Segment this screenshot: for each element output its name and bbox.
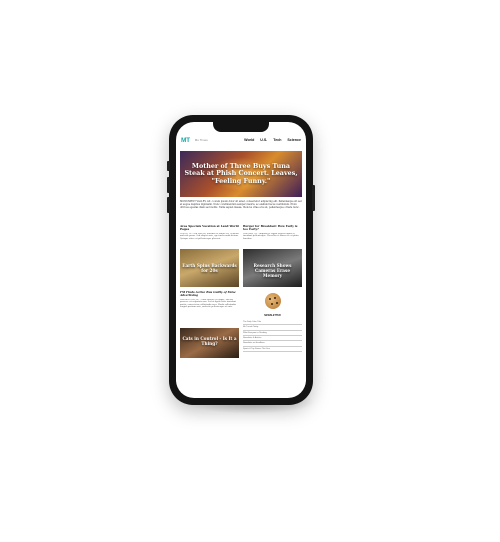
cookie-image bbox=[264, 292, 281, 309]
story-image[interactable]: Earth Spins Backwards for 20s bbox=[180, 248, 239, 287]
story-text: New York, NY - Aliquam et sapien facilis… bbox=[243, 232, 299, 240]
newsletter-item[interactable]: Sports & Top Stories This Year bbox=[243, 347, 302, 353]
newsletter-list: The Daily Cake Tide Mu Trends Today What… bbox=[243, 320, 302, 353]
phone-mockup: MT Mu Times World U.S. Tech Science Moth… bbox=[167, 115, 315, 405]
story-card: Area Specials Vacation at Land World Pag… bbox=[180, 224, 239, 287]
nav-link-us[interactable]: U.S. bbox=[260, 138, 267, 142]
phone-screen: MT Mu Times World U.S. Tech Science Moth… bbox=[176, 122, 306, 398]
feature-headline[interactable]: FM Finds Active Bus Guilty of False Adve… bbox=[180, 290, 239, 298]
site-logo[interactable]: MT bbox=[181, 137, 190, 144]
feature-text: WASHINGTON DC - Nunc ornare est augue, v… bbox=[180, 298, 236, 309]
feature-story: FM Finds Active Bus Guilty of False Adve… bbox=[180, 290, 239, 358]
news-page[interactable]: MT Mu Times World U.S. Tech Science Moth… bbox=[176, 132, 306, 398]
story-text: PLANO, TX - Sed erat leo, faucibus et or… bbox=[180, 232, 239, 240]
phone-notch bbox=[213, 122, 269, 132]
image-caption: Research Shows Cameras Erase Memory bbox=[253, 262, 292, 278]
story-headline[interactable]: Burger for Breakfast: How Early is too E… bbox=[243, 224, 302, 232]
volume-down-button bbox=[167, 197, 170, 213]
nav-link-world[interactable]: World bbox=[244, 138, 254, 142]
mute-switch bbox=[167, 161, 170, 171]
nav-links: World U.S. Tech Science bbox=[244, 138, 301, 142]
newsletter-sidebar: NEWSLETTER The Daily Cake Tide Mu Trends… bbox=[243, 291, 302, 358]
story-columns: Area Specials Vacation at Land World Pag… bbox=[180, 224, 302, 287]
story-image[interactable]: Research Shows Cameras Erase Memory bbox=[243, 248, 302, 287]
newsletter-heading: NEWSLETTER bbox=[264, 313, 281, 317]
hero-story[interactable]: Mother of Three Buys Tuna Steak at Phish… bbox=[180, 151, 302, 197]
story-card: Burger for Breakfast: How Early is too E… bbox=[243, 224, 302, 287]
lower-section: FM Finds Active Bus Guilty of False Adve… bbox=[180, 290, 302, 358]
volume-up-button bbox=[167, 177, 170, 193]
nav-link-science[interactable]: Science bbox=[287, 138, 301, 142]
story-headline[interactable]: Area Specials Vacation at Land World Pag… bbox=[180, 224, 239, 232]
image-caption: Earth Spins Backwards for 20s bbox=[182, 262, 237, 273]
nav-link-tech[interactable]: Tech bbox=[273, 138, 281, 142]
image-caption: Cats in Control - Is It a Thing? bbox=[182, 335, 237, 346]
top-nav: MT Mu Times World U.S. Tech Science bbox=[176, 132, 306, 148]
power-button bbox=[312, 185, 315, 211]
feature-image[interactable]: Cats in Control - Is It a Thing? bbox=[180, 327, 239, 358]
hero-body-text: MONUMENT VALLEY, AZ - Lorem ipsum dolor … bbox=[180, 200, 302, 209]
hero-headline[interactable]: Mother of Three Buys Tuna Steak at Phish… bbox=[184, 162, 298, 185]
site-name[interactable]: Mu Times bbox=[195, 138, 208, 142]
